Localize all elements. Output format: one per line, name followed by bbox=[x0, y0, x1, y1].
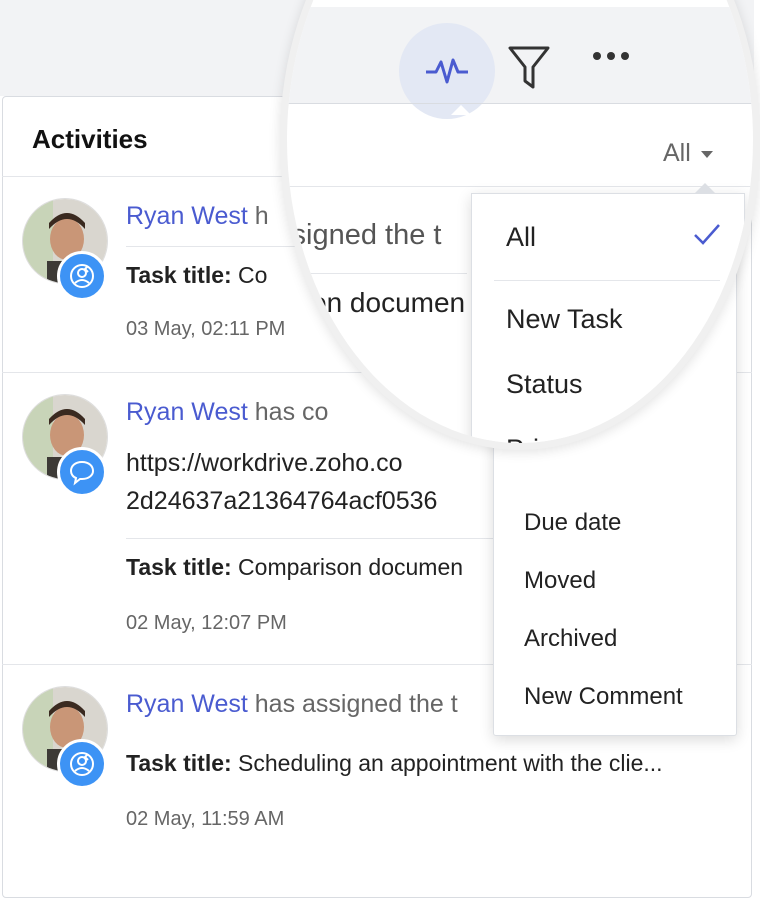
panel-border bbox=[287, 103, 753, 104]
task-title: Task title: Co bbox=[126, 262, 267, 289]
assign-user-icon bbox=[57, 251, 107, 301]
filter-icon[interactable] bbox=[501, 33, 557, 103]
task-title-label: Task title: bbox=[126, 750, 232, 776]
filter-menu: All New Task Status Priority bbox=[471, 183, 745, 443]
task-title-value[interactable]: Co bbox=[238, 262, 267, 288]
activity-summary: Ryan West has assigned the t bbox=[126, 690, 458, 719]
task-title-value[interactable]: Scheduling an appointment with the clie.… bbox=[238, 750, 663, 776]
magnified-activity-text: ssigned the t bbox=[280, 219, 442, 251]
comment-line: 2d24637a21364764acf0536 bbox=[126, 487, 438, 515]
filter-label[interactable]: All bbox=[663, 139, 713, 168]
menu-item-due-date[interactable]: Due date bbox=[524, 509, 621, 537]
check-icon bbox=[692, 222, 722, 251]
menu-item-new-task[interactable]: New Task bbox=[506, 304, 623, 335]
magnified-task-text: son documen bbox=[297, 287, 466, 318]
activity-action: has assigned the t bbox=[254, 690, 458, 718]
divider bbox=[287, 273, 467, 274]
menu-item-status[interactable]: Status bbox=[506, 369, 583, 400]
activity-summary: Ryan West h bbox=[126, 202, 269, 231]
comment-line[interactable]: https://workdrive.zoho.co bbox=[126, 444, 437, 482]
menu-item-new-comment[interactable]: New Comment bbox=[524, 683, 683, 711]
header-divider bbox=[287, 186, 753, 187]
user-link[interactable]: Ryan West bbox=[126, 398, 248, 426]
task-title: Task title: Comparison documen bbox=[126, 554, 463, 581]
menu-arrow bbox=[694, 183, 716, 194]
user-link[interactable]: Ryan West bbox=[126, 690, 248, 718]
activity-summary: Ryan West has co bbox=[126, 398, 328, 427]
menu-item-all[interactable]: All bbox=[506, 222, 536, 253]
timestamp: 03 May, 02:11 PM bbox=[126, 318, 286, 340]
timestamp: 02 May, 11:59 AM bbox=[126, 808, 285, 830]
timestamp: 02 May, 12:07 PM bbox=[126, 612, 287, 634]
menu-item-archived[interactable]: Archived bbox=[524, 625, 617, 653]
comment-body: https://workdrive.zoho.co 2d24637a213647… bbox=[126, 444, 437, 520]
activity-action: has co bbox=[254, 398, 329, 426]
task-title: Task title: Scheduling an appointment wi… bbox=[126, 750, 663, 777]
more-icon[interactable] bbox=[587, 42, 635, 70]
user-link[interactable]: Ryan West bbox=[126, 202, 248, 230]
activity-action: h bbox=[254, 202, 269, 230]
task-title-label: Task title: bbox=[126, 262, 232, 288]
panel-title: Activities bbox=[32, 124, 148, 154]
activity-pulse-icon[interactable] bbox=[399, 23, 495, 119]
assign-user-icon bbox=[57, 739, 107, 789]
pointer-arrow bbox=[451, 105, 471, 115]
comment-icon bbox=[57, 447, 107, 497]
divider bbox=[126, 246, 306, 247]
divider bbox=[126, 538, 496, 539]
menu-divider bbox=[494, 280, 720, 281]
task-title-value[interactable]: Comparison documen bbox=[238, 554, 463, 580]
task-title-label: Task title: bbox=[126, 554, 232, 580]
menu-item-moved[interactable]: Moved bbox=[524, 567, 596, 595]
